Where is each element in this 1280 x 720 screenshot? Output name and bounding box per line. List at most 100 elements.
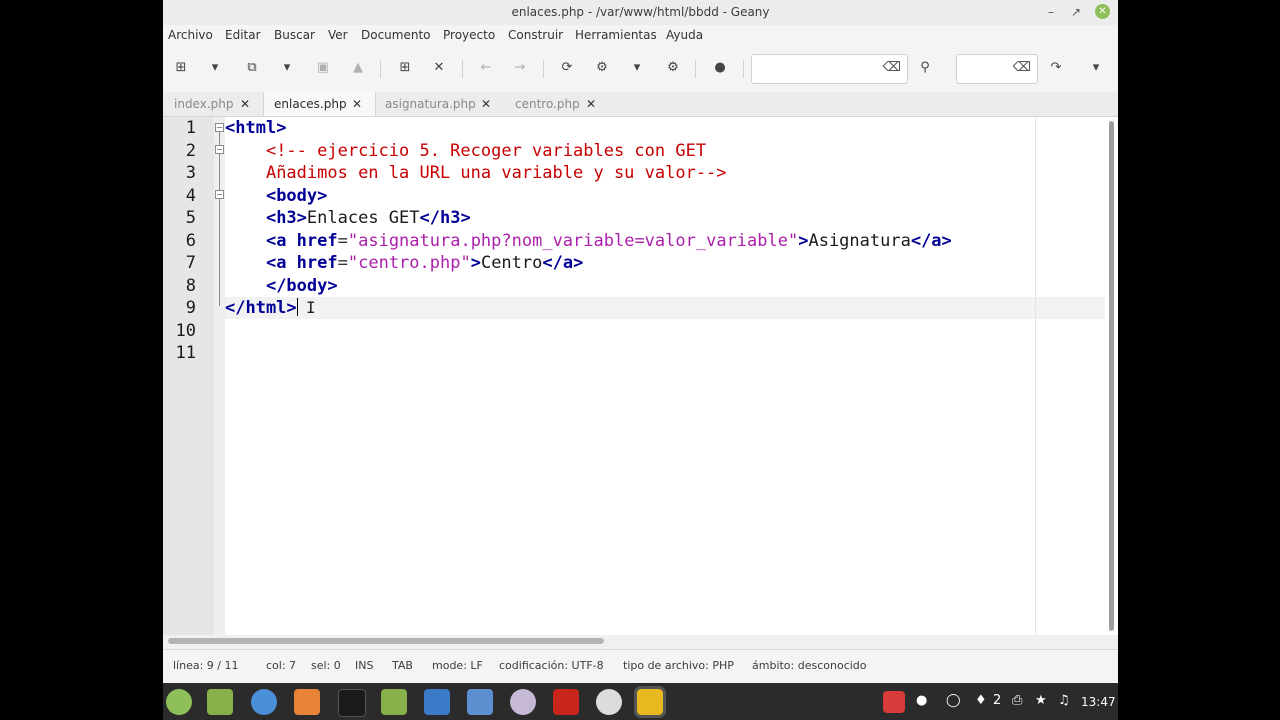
code-line[interactable]: Añadimos en la URL una variable y su val… xyxy=(225,162,952,185)
build-dropdown-icon[interactable]: ▾ xyxy=(626,57,648,79)
show-desktop-icon[interactable] xyxy=(207,689,233,715)
toolbar-overflow-icon[interactable]: ▾ xyxy=(1085,57,1107,79)
toolbar-separator xyxy=(743,60,744,78)
close-file-icon[interactable]: ✕ xyxy=(428,57,450,79)
video-icon[interactable]: ● xyxy=(916,693,927,708)
search-icon[interactable]: ⚲ xyxy=(914,57,936,79)
menu-bar: Archivo Editar Buscar Ver Documento Proy… xyxy=(163,25,1118,47)
gear-icon[interactable]: ⚙ xyxy=(591,57,613,79)
code-line[interactable]: </html> xyxy=(225,297,952,320)
menu-construir[interactable]: Construir xyxy=(508,28,563,42)
save-all-icon[interactable]: ▲ xyxy=(347,57,369,79)
toolbar-separator xyxy=(380,60,381,78)
execute-icon[interactable]: ⚙ xyxy=(662,57,684,79)
menu-ayuda[interactable]: Ayuda xyxy=(666,28,703,42)
code-line[interactable]: <a href="centro.php">Centro</a> xyxy=(225,252,952,275)
menu-buscar[interactable]: Buscar xyxy=(274,28,315,42)
screenshot-icon[interactable] xyxy=(467,689,493,715)
menu-documento[interactable]: Documento xyxy=(361,28,431,42)
mint-menu-icon[interactable] xyxy=(166,689,192,715)
code-line[interactable]: <h3>Enlaces GET</h3> xyxy=(225,207,952,230)
code-line[interactable]: <html> xyxy=(225,117,952,140)
clear-goto-icon[interactable]: ⌫ xyxy=(1013,60,1031,75)
status-tab: TAB xyxy=(392,659,413,672)
close-tab-icon[interactable]: ✕ xyxy=(481,92,491,116)
horizontal-scrollbar[interactable] xyxy=(168,638,604,644)
maximize-icon[interactable]: ↗ xyxy=(1067,3,1085,21)
tab-enlaces[interactable]: enlaces.php ✕ xyxy=(263,92,376,116)
menu-editar[interactable]: Editar xyxy=(225,28,261,42)
eye-icon[interactable] xyxy=(596,689,622,715)
horizontal-scrollbar-track[interactable] xyxy=(163,635,1118,647)
revert-icon[interactable]: ⊞ xyxy=(394,57,416,79)
camera-icon[interactable] xyxy=(510,689,536,715)
tab-asignatura[interactable]: asignatura.php ✕ xyxy=(376,92,501,116)
menu-proyecto[interactable]: Proyecto xyxy=(443,28,495,42)
open-dropdown-icon[interactable]: ▾ xyxy=(276,57,298,79)
fold-toggle-icon[interactable]: − xyxy=(215,190,224,199)
back-arrow-icon[interactable]: ← xyxy=(475,57,497,79)
line-number: 5 xyxy=(185,208,196,228)
fold-toggle-icon[interactable]: − xyxy=(215,123,224,132)
tab-centro[interactable]: centro.php ✕ xyxy=(503,92,603,116)
network-vpn-icon[interactable]: ♦ xyxy=(975,693,987,708)
printer-icon[interactable]: ⎙ xyxy=(1012,693,1022,708)
text-editor-icon[interactable] xyxy=(424,689,450,715)
sound-icon[interactable]: ♫ xyxy=(1058,693,1070,708)
line-number: 1 xyxy=(185,118,196,138)
close-tab-icon[interactable]: ✕ xyxy=(586,92,596,116)
code-line[interactable]: </body> xyxy=(225,275,952,298)
code-line[interactable]: <body> xyxy=(225,185,952,208)
close-tab-icon[interactable]: ✕ xyxy=(352,92,362,116)
code-line[interactable]: <!-- ejercicio 5. Recoger variables con … xyxy=(225,140,952,163)
close-icon[interactable]: ✕ xyxy=(1095,4,1110,19)
workspace-count: 2 xyxy=(993,693,1002,708)
code-line[interactable]: <a href="asignatura.php?nom_variable=val… xyxy=(225,230,952,253)
menu-herramientas[interactable]: Herramientas xyxy=(575,28,657,42)
code-line[interactable] xyxy=(225,320,952,343)
code-editor[interactable]: 1 2 3 4 5 6 7 8 9 10 11 − − − <html> <!-… xyxy=(163,117,1118,635)
color-picker-icon[interactable]: ● xyxy=(709,57,731,79)
menu-ver[interactable]: Ver xyxy=(328,28,348,42)
toolbar: ⊞ ▾ ⧉ ▾ ▣ ▲ ⊞ ✕ ← → ⟳ ⚙ ▾ ⚙ ● ⌫ ⚲ ⌫ ↷ ▾ xyxy=(163,48,1118,90)
terminal-icon[interactable] xyxy=(338,689,366,717)
vertical-scrollbar[interactable] xyxy=(1109,121,1114,631)
firefox-icon[interactable] xyxy=(294,689,320,715)
chrome-icon[interactable] xyxy=(251,689,277,715)
status-ins: INS xyxy=(355,659,374,672)
status-col: col: 7 xyxy=(266,659,297,672)
line-number: 9 xyxy=(185,298,196,318)
ibeam-cursor-icon: I xyxy=(306,298,316,317)
recording-icon[interactable] xyxy=(883,691,905,713)
line-number: 8 xyxy=(185,275,196,296)
tab-index[interactable]: index.php ✕ xyxy=(163,92,261,116)
minimize-icon[interactable]: – xyxy=(1042,3,1060,21)
menu-archivo[interactable]: Archivo xyxy=(168,28,213,42)
toolbar-separator xyxy=(695,60,696,78)
network-icon[interactable]: ★ xyxy=(1035,693,1047,708)
reload-icon[interactable]: ⟳ xyxy=(556,57,578,79)
title-bar[interactable]: enlaces.php - /var/www/html/bbdd - Geany… xyxy=(163,0,1118,25)
files-icon[interactable] xyxy=(381,689,407,715)
search-input[interactable]: ⌫ xyxy=(751,54,908,84)
status-bar: línea: 9 / 11 col: 7 sel: 0 INS TAB mode… xyxy=(163,649,1118,682)
goto-line-icon[interactable]: ↷ xyxy=(1045,57,1067,79)
goto-line-input[interactable]: ⌫ xyxy=(956,54,1038,84)
toolbar-separator xyxy=(543,60,544,78)
new-dropdown-icon[interactable]: ▾ xyxy=(204,57,226,79)
open-file-icon[interactable]: ⧉ xyxy=(241,57,263,79)
document-tabs: index.php ✕ enlaces.php ✕ asignatura.php… xyxy=(163,92,1118,117)
code-text[interactable]: <html> <!-- ejercicio 5. Recoger variabl… xyxy=(225,117,952,365)
save-icon[interactable]: ▣ xyxy=(312,57,334,79)
filezilla-icon[interactable] xyxy=(553,689,579,715)
tab-label: centro.php xyxy=(515,97,580,111)
code-line[interactable] xyxy=(225,342,952,365)
close-tab-icon[interactable]: ✕ xyxy=(240,92,250,116)
geany-icon[interactable] xyxy=(634,686,666,718)
shield-icon[interactable]: ◯ xyxy=(946,693,961,708)
clear-search-icon[interactable]: ⌫ xyxy=(883,60,901,75)
fold-toggle-icon[interactable]: − xyxy=(215,145,224,154)
line-number: 7 xyxy=(185,253,196,273)
new-file-icon[interactable]: ⊞ xyxy=(170,57,192,79)
forward-arrow-icon[interactable]: → xyxy=(509,57,531,79)
